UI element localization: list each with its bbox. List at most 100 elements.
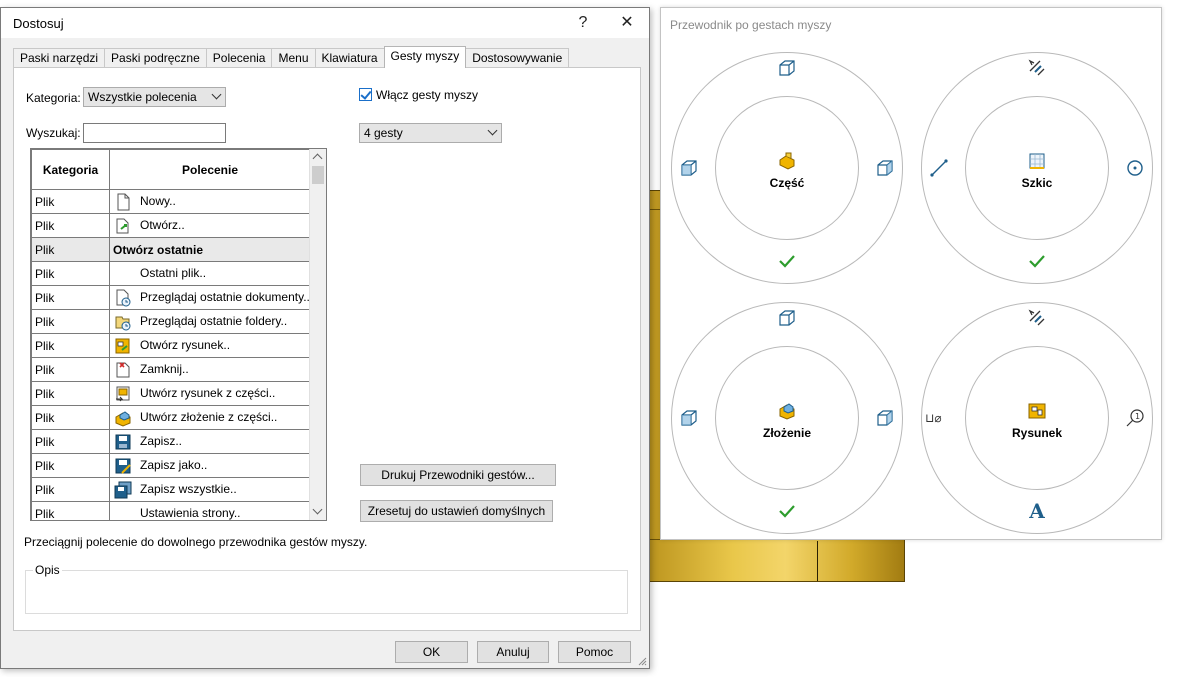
gesture-count-select[interactable]: 4 gesty xyxy=(359,123,502,143)
row-command[interactable]: Utwórz złożenie z części.. xyxy=(109,405,311,430)
row-category: Plik xyxy=(31,189,110,214)
table-row[interactable]: Plik Utwórz złożenie z części.. xyxy=(31,405,311,430)
customize-dialog: Dostosuj ? ✕ Paski narzędzi Paski podręc… xyxy=(0,7,650,669)
save-all-icon xyxy=(114,481,132,499)
make-assembly-icon xyxy=(114,409,132,427)
tab-commands[interactable]: Polecenia xyxy=(205,48,273,68)
smart-dimension-icon[interactable] xyxy=(1026,57,1048,79)
category-select[interactable]: Wszystkie polecenia xyxy=(83,87,226,107)
row-command[interactable]: Otwórz rysunek.. xyxy=(109,333,311,358)
row-command[interactable]: Ostatni plik.. xyxy=(109,261,311,286)
ok-button[interactable]: OK xyxy=(395,641,468,663)
scroll-up-icon[interactable] xyxy=(312,153,323,164)
gesture-wheel-sketch[interactable]: Szkic xyxy=(921,52,1153,284)
view-left-icon[interactable] xyxy=(678,407,700,429)
title-bar: Dostosuj ? ✕ xyxy=(1,8,649,38)
view-cube-icon[interactable] xyxy=(776,57,798,79)
row-category: Plik xyxy=(31,285,110,310)
row-command[interactable]: Ustawienia strony.. xyxy=(109,501,311,520)
row-command-label: Przeglądaj ostatnie foldery.. xyxy=(140,313,288,328)
help-icon[interactable]: ? xyxy=(569,12,597,34)
part-icon xyxy=(779,152,795,170)
table-row[interactable]: Plik Zapisz wszystkie.. xyxy=(31,477,311,502)
tab-toolbars[interactable]: Paski narzędzi xyxy=(13,48,106,68)
checkmark-icon[interactable] xyxy=(776,250,798,272)
table-row[interactable]: Plik Otwórz.. xyxy=(31,213,311,238)
svg-text:1: 1 xyxy=(1135,412,1140,421)
row-command[interactable]: Przeglądaj ostatnie foldery.. xyxy=(109,309,311,334)
search-input[interactable] xyxy=(83,123,226,143)
line-icon[interactable] xyxy=(928,157,950,179)
gesture-wheel-drawing[interactable]: ⊔⌀ 1 A Rysunek xyxy=(921,302,1153,534)
gesture-wheel-part[interactable]: Część xyxy=(671,52,903,284)
row-command[interactable]: Zamknij.. xyxy=(109,357,311,382)
balloon-icon[interactable]: 1 xyxy=(1124,407,1146,429)
circle-icon[interactable] xyxy=(1124,157,1146,179)
make-drawing-icon xyxy=(114,385,132,403)
table-row[interactable]: Plik Zapisz jako.. xyxy=(31,453,311,478)
view-left-icon[interactable] xyxy=(678,157,700,179)
tab-mouse-gestures[interactable]: Gesty myszy xyxy=(383,46,467,68)
table-row[interactable]: Plik Zapisz.. xyxy=(31,429,311,454)
table-row[interactable]: Plik Ustawienia strony.. xyxy=(31,501,311,520)
tab-menus[interactable]: Menu xyxy=(271,48,316,68)
row-command-label: Otwórz rysunek.. xyxy=(140,337,231,352)
scroll-down-icon[interactable] xyxy=(312,504,323,515)
row-command[interactable]: Otwórz ostatnie xyxy=(109,237,311,262)
table-row[interactable]: Plik Otwórz rysunek.. xyxy=(31,333,311,358)
wheel-center: Część xyxy=(737,151,837,190)
smart-dimension-icon[interactable] xyxy=(1026,307,1048,329)
recent-folders-icon xyxy=(114,313,132,331)
row-command[interactable]: Zapisz.. xyxy=(109,429,311,454)
vertical-scrollbar[interactable] xyxy=(309,149,326,520)
table-row[interactable]: Plik Ostatni plik.. xyxy=(31,261,311,286)
view-right-icon[interactable] xyxy=(874,407,896,429)
commands-table[interactable]: Kategoria Polecenie Plik Nowy.. Plik Otwórz… xyxy=(30,148,327,521)
checkmark-icon[interactable] xyxy=(776,500,798,522)
cancel-button[interactable]: Anuluj xyxy=(477,641,549,663)
row-command-label: Zamknij.. xyxy=(140,361,189,376)
row-command[interactable]: Utwórz rysunek z części.. xyxy=(109,381,311,406)
table-row[interactable]: Plik Przeglądaj ostatnie foldery.. xyxy=(31,309,311,334)
close-icon[interactable]: ✕ xyxy=(613,12,641,34)
save-icon xyxy=(114,433,132,451)
tab-keyboard[interactable]: Klawiatura xyxy=(314,48,385,68)
wheel-label: Szkic xyxy=(1021,176,1053,190)
table-row[interactable]: Plik Przeglądaj ostatnie dokumenty.. xyxy=(31,285,311,310)
enable-gestures-checkbox[interactable] xyxy=(359,88,372,101)
table-row[interactable]: Plik Nowy.. xyxy=(31,189,311,214)
wheel-center: Złożenie xyxy=(737,401,837,440)
reset-defaults-button[interactable]: Zresetuj do ustawień domyślnych xyxy=(360,500,553,522)
view-right-icon[interactable] xyxy=(874,157,896,179)
row-command-label: Zapisz jako.. xyxy=(140,457,208,472)
row-command[interactable]: Otwórz.. xyxy=(109,213,311,238)
row-command[interactable]: Przeglądaj ostatnie dokumenty.. xyxy=(109,285,311,310)
view-cube-icon[interactable] xyxy=(776,307,798,329)
column-header-category[interactable]: Kategoria xyxy=(31,149,110,190)
gesture-wheel-assembly[interactable]: Złożenie xyxy=(671,302,903,534)
tab-shortcut-bars[interactable]: Paski podręczne xyxy=(104,48,207,68)
help-button[interactable]: Pomoc xyxy=(558,641,631,663)
row-category: Plik xyxy=(31,357,110,382)
checkmark-icon[interactable] xyxy=(1026,250,1048,272)
row-command[interactable]: Zapisz jako.. xyxy=(109,453,311,478)
hole-callout-icon[interactable]: ⊔⌀ xyxy=(925,407,953,429)
tab-customization[interactable]: Dostosowywanie xyxy=(465,48,570,68)
resize-grip-icon[interactable] xyxy=(637,656,647,666)
scroll-thumb[interactable] xyxy=(312,166,324,184)
row-category: Plik xyxy=(31,501,110,520)
row-category: Plik xyxy=(31,453,110,478)
wheel-center: Szkic xyxy=(987,151,1087,190)
row-command[interactable]: Zapisz wszystkie.. xyxy=(109,477,311,502)
row-category: Plik xyxy=(31,381,110,406)
row-command[interactable]: Nowy.. xyxy=(109,189,311,214)
table-row[interactable]: Plik Otwórz ostatnie xyxy=(31,237,311,262)
wheel-label: Rysunek xyxy=(1011,426,1063,440)
note-icon[interactable]: A xyxy=(1026,500,1048,522)
row-command-label: Przeglądaj ostatnie dokumenty.. xyxy=(140,289,310,304)
table-row[interactable]: Plik Utwórz rysunek z części.. xyxy=(31,381,311,406)
enable-gestures-label[interactable]: Włącz gesty myszy xyxy=(376,88,478,102)
print-gesture-guides-button[interactable]: Drukuj Przewodniki gestów... xyxy=(360,464,556,486)
table-row[interactable]: Plik Zamknij.. xyxy=(31,357,311,382)
column-header-command[interactable]: Polecenie xyxy=(109,149,311,190)
